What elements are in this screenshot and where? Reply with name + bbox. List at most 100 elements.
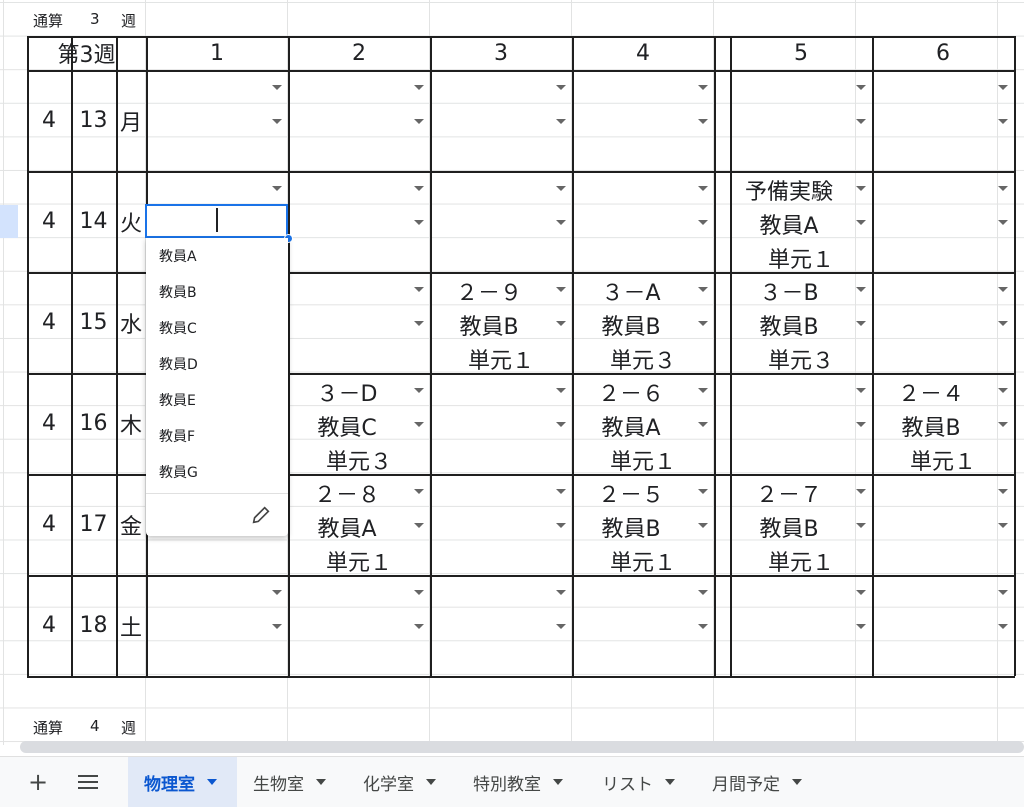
tab-月間予定[interactable]: 月間予定 <box>712 757 802 807</box>
dropdown-option[interactable]: 教員D <box>159 354 198 374</box>
chevron-down-icon[interactable] <box>998 220 1008 225</box>
chevron-down-icon[interactable] <box>556 624 566 629</box>
chevron-down-icon[interactable] <box>556 388 566 393</box>
chevron-down-icon[interactable] <box>414 287 424 292</box>
chevron-down-icon[interactable] <box>998 186 1008 191</box>
tab-生物室[interactable]: 生物室 <box>253 757 326 807</box>
table-border <box>27 36 29 676</box>
chevron-down-icon[interactable] <box>272 186 282 191</box>
chevron-down-icon[interactable] <box>556 321 566 326</box>
dropdown-option[interactable]: 教員F <box>159 426 195 446</box>
chevron-down-icon[interactable] <box>698 422 708 427</box>
chevron-down-icon[interactable] <box>998 422 1008 427</box>
chevron-down-icon[interactable] <box>272 590 282 595</box>
chevron-down-icon[interactable] <box>856 489 866 494</box>
chevron-down-icon[interactable] <box>998 85 1008 90</box>
tab-化学室[interactable]: 化学室 <box>363 757 436 807</box>
chevron-down-icon[interactable] <box>698 624 708 629</box>
chevron-down-icon[interactable] <box>414 186 424 191</box>
day-date: 16 <box>79 411 108 436</box>
selected-row-header[interactable] <box>0 205 18 238</box>
chevron-down-icon[interactable] <box>998 523 1008 528</box>
tab-物理室[interactable]: 物理室 <box>128 757 237 807</box>
day-date: 18 <box>79 613 108 638</box>
day-of-week: 月 <box>119 110 142 136</box>
chevron-down-icon[interactable] <box>556 119 566 124</box>
chevron-down-icon[interactable] <box>272 119 282 124</box>
pencil-icon[interactable] <box>250 504 272 526</box>
chevron-down-icon[interactable] <box>698 220 708 225</box>
chevron-down-icon[interactable] <box>414 422 424 427</box>
cell-entry-line: 教員A <box>601 416 661 441</box>
chevron-down-icon[interactable] <box>556 287 566 292</box>
chevron-down-icon[interactable] <box>856 287 866 292</box>
chevron-down-icon[interactable] <box>856 590 866 595</box>
chevron-down-icon[interactable] <box>272 85 282 90</box>
chevron-down-icon[interactable] <box>856 388 866 393</box>
chevron-down-icon[interactable] <box>856 85 866 90</box>
hamburger-icon[interactable] <box>72 757 104 807</box>
chevron-down-icon[interactable] <box>998 388 1008 393</box>
chevron-down-icon <box>207 779 217 785</box>
chevron-down-icon[interactable] <box>414 489 424 494</box>
chevron-down-icon[interactable] <box>698 287 708 292</box>
chevron-down-icon[interactable] <box>698 590 708 595</box>
table-border <box>71 36 73 676</box>
chevron-down-icon[interactable] <box>556 422 566 427</box>
chevron-down-icon <box>316 779 326 785</box>
chevron-down-icon[interactable] <box>998 321 1008 326</box>
chevron-down-icon[interactable] <box>556 489 566 494</box>
chevron-down-icon[interactable] <box>556 590 566 595</box>
dropdown-option[interactable]: 教員C <box>159 318 197 338</box>
chevron-down-icon[interactable] <box>856 186 866 191</box>
tab-特別教室[interactable]: 特別教室 <box>473 757 563 807</box>
chevron-down-icon[interactable] <box>414 590 424 595</box>
chevron-down-icon[interactable] <box>998 624 1008 629</box>
chevron-down-icon[interactable] <box>856 220 866 225</box>
chevron-down-icon[interactable] <box>414 119 424 124</box>
dropdown-option[interactable]: 教員B <box>159 282 197 302</box>
chevron-down-icon[interactable] <box>556 186 566 191</box>
total-label: 通算 <box>33 12 64 30</box>
chevron-down-icon[interactable] <box>698 489 708 494</box>
chevron-down-icon[interactable] <box>856 119 866 124</box>
chevron-down-icon[interactable] <box>272 624 282 629</box>
chevron-down-icon[interactable] <box>856 422 866 427</box>
tab-リスト[interactable]: リスト <box>602 757 675 807</box>
chevron-down-icon[interactable] <box>856 523 866 528</box>
chevron-down-icon[interactable] <box>998 119 1008 124</box>
chevron-down-icon[interactable] <box>698 186 708 191</box>
chevron-down-icon[interactable] <box>414 321 424 326</box>
chevron-down-icon[interactable] <box>998 287 1008 292</box>
chevron-down-icon[interactable] <box>556 220 566 225</box>
plus-icon[interactable]: + <box>22 757 54 807</box>
dropdown-option[interactable]: 教員A <box>159 246 197 266</box>
chevron-down-icon[interactable] <box>698 321 708 326</box>
dropdown-option[interactable]: 教員G <box>159 462 198 482</box>
chevron-down-icon[interactable] <box>998 590 1008 595</box>
horizontal-scrollbar[interactable] <box>20 741 1024 753</box>
chevron-down-icon[interactable] <box>856 321 866 326</box>
chevron-down-icon[interactable] <box>698 85 708 90</box>
chevron-down-icon[interactable] <box>414 523 424 528</box>
cell-entry-line: 教員A <box>317 517 377 542</box>
tab-label: リスト <box>602 774 653 795</box>
cell-entry-line: 単元１ <box>325 551 392 576</box>
chevron-down-icon[interactable] <box>698 388 708 393</box>
chevron-down-icon[interactable] <box>856 624 866 629</box>
chevron-down-icon[interactable] <box>556 523 566 528</box>
chevron-down-icon[interactable] <box>998 489 1008 494</box>
chevron-down-icon[interactable] <box>414 85 424 90</box>
chevron-down-icon[interactable] <box>414 388 424 393</box>
chevron-down-icon <box>553 779 563 785</box>
chevron-down-icon[interactable] <box>414 220 424 225</box>
chevron-down-icon[interactable] <box>698 523 708 528</box>
day-month: 4 <box>42 209 56 234</box>
dropdown-option[interactable]: 教員E <box>159 390 196 410</box>
cell-entry-line: 単元１ <box>609 551 676 576</box>
chevron-down-icon[interactable] <box>698 119 708 124</box>
chevron-down-icon[interactable] <box>414 624 424 629</box>
chevron-down-icon[interactable] <box>556 85 566 90</box>
cell-entry-line: 教員B <box>459 315 519 340</box>
table-border <box>27 36 1015 38</box>
